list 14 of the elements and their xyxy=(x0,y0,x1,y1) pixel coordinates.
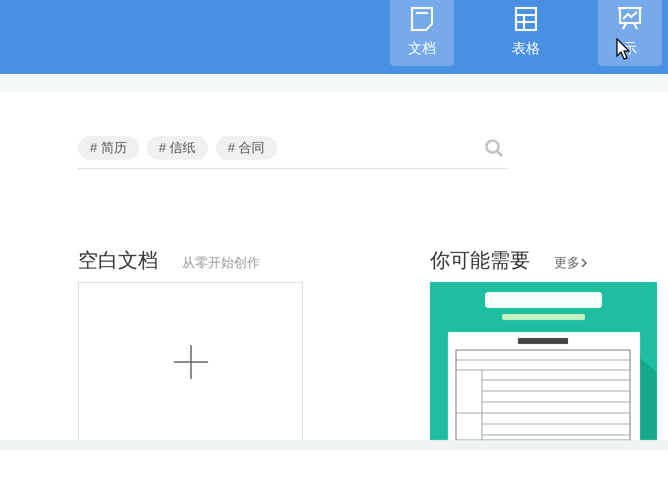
chevron-right-icon xyxy=(581,258,587,268)
document-icon xyxy=(410,6,434,32)
tag-chip[interactable]: # 合同 xyxy=(216,136,277,160)
section-subtitle: 从零开始创作 xyxy=(182,254,260,272)
search-icon[interactable] xyxy=(485,139,503,157)
plus-icon xyxy=(174,344,208,378)
app-tab[interactable]: 表格 xyxy=(494,0,558,66)
more-link[interactable]: 更多 xyxy=(554,253,587,272)
tag-chip[interactable]: # 信纸 xyxy=(146,136,208,160)
section-title: 空白文档 xyxy=(78,249,158,274)
chart-board-icon xyxy=(617,6,643,32)
section-title: 你可能需要 xyxy=(430,249,530,274)
table-icon xyxy=(514,6,538,32)
tag-chip[interactable]: # 简历 xyxy=(78,136,139,160)
